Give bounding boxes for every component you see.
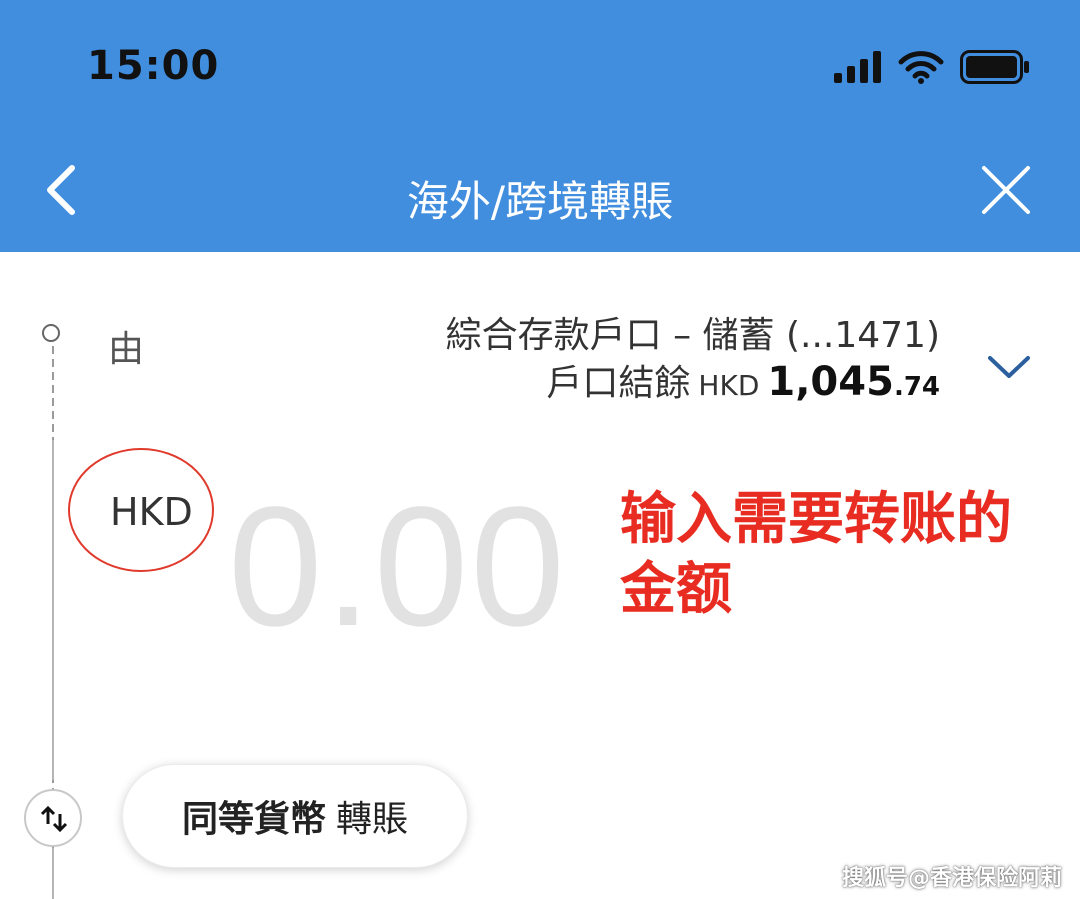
battery-icon bbox=[960, 50, 1030, 88]
balance-label: 戶口結餘 bbox=[546, 363, 691, 404]
annotation-text: 输入需要转账的金额 bbox=[620, 487, 1012, 622]
chevron-down-icon bbox=[988, 356, 1030, 378]
signal-icon bbox=[834, 51, 882, 87]
balance-integer: 1,045 bbox=[767, 359, 894, 405]
timeline-line-solid bbox=[52, 440, 54, 780]
account-dropdown-button[interactable] bbox=[986, 348, 1032, 386]
amount-input[interactable]: 0.00 bbox=[228, 470, 567, 666]
equal-currency-bold-label: 同等貨幣 bbox=[181, 799, 326, 840]
wifi-icon bbox=[898, 50, 944, 88]
equal-currency-label: 轉賬 bbox=[336, 799, 409, 840]
swap-button[interactable] bbox=[24, 789, 82, 847]
app-screen: 15:00 海外/跨境轉賬 由 綜合存款戶口 – 儲蓄 (...1471) 戶口… bbox=[0, 0, 1080, 899]
page-title: 海外/跨境轉賬 bbox=[406, 177, 674, 226]
close-icon bbox=[982, 166, 1030, 214]
timeline-line-solid-bottom bbox=[52, 848, 54, 899]
close-button[interactable] bbox=[978, 162, 1034, 218]
from-label: 由 bbox=[108, 329, 145, 370]
header: 15:00 海外/跨境轉賬 bbox=[0, 0, 1080, 252]
status-icons bbox=[834, 50, 1030, 88]
account-name[interactable]: 綜合存款戶口 – 儲蓄 (...1471) bbox=[446, 306, 940, 358]
swap-arrows-icon bbox=[40, 805, 68, 833]
balance-decimal: .74 bbox=[893, 372, 940, 402]
status-time: 15:00 bbox=[87, 43, 220, 89]
account-balance: 戶口結餘 HKD 1,045.74 bbox=[546, 354, 940, 406]
timeline-dot bbox=[42, 324, 60, 342]
balance-currency: HKD bbox=[698, 369, 760, 402]
equal-currency-transfer-button[interactable]: 同等貨幣 轉賬 bbox=[122, 764, 468, 868]
currency-code[interactable]: HKD bbox=[110, 490, 193, 534]
watermark: 搜狐号@香港保险阿莉 bbox=[842, 866, 1063, 891]
